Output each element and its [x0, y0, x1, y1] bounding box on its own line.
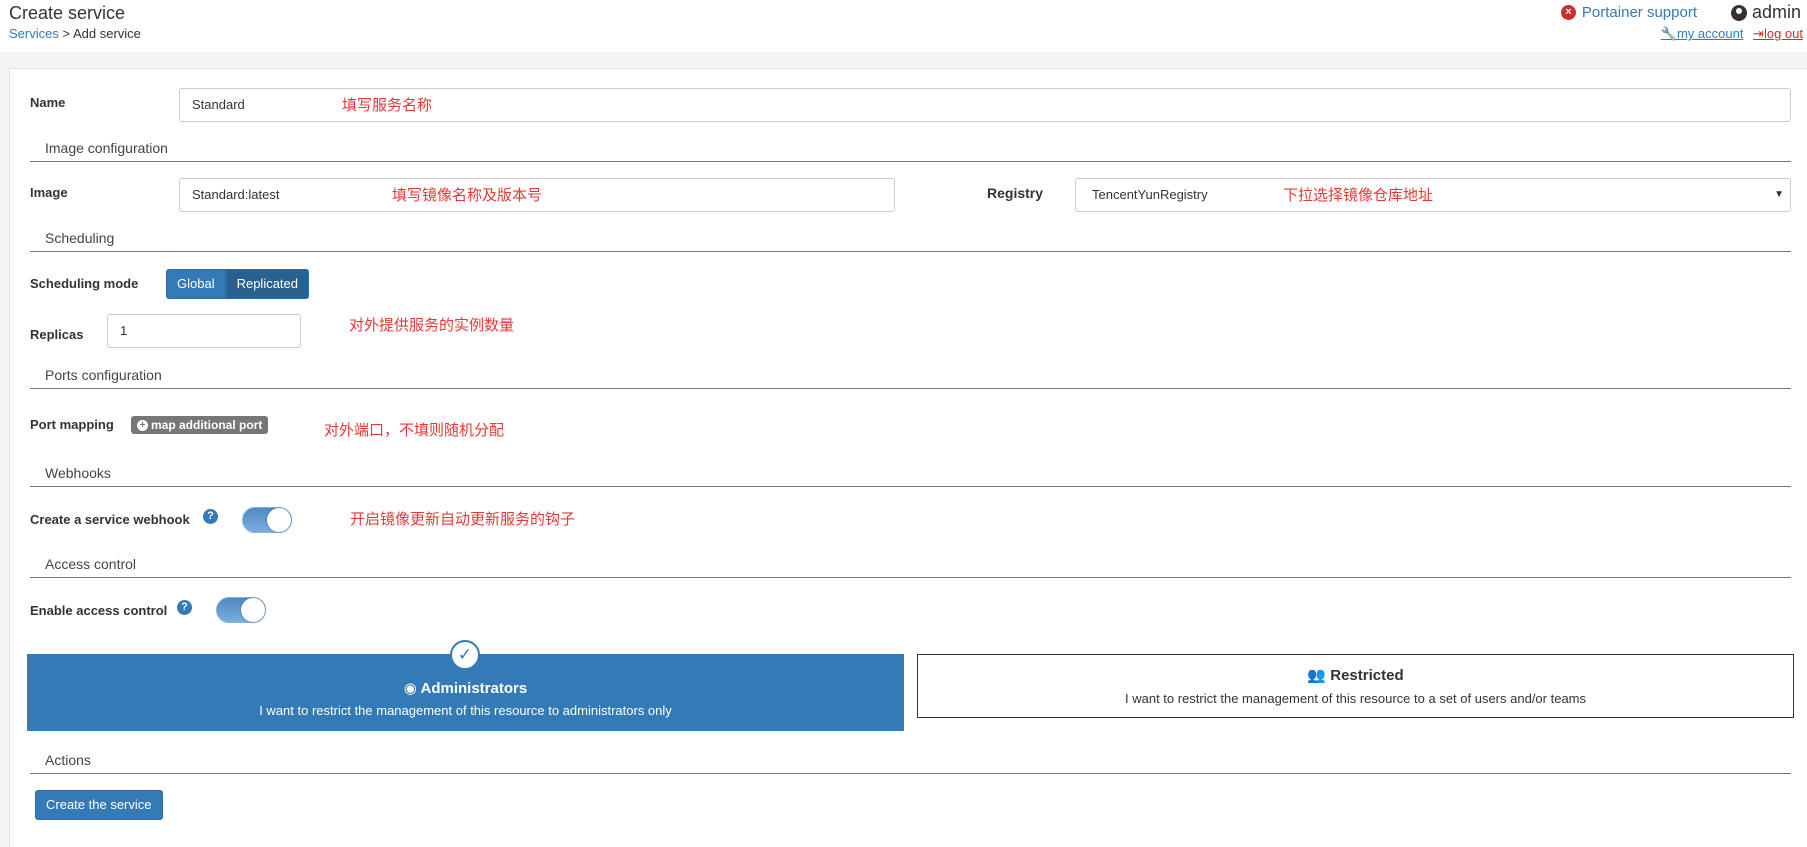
scheduling-mode-toggle: Global Replicated	[166, 269, 310, 299]
access-option-administrators[interactable]: ✓ ◉ Administrators I want to restrict th…	[27, 640, 904, 731]
check-circle-icon: ✓	[450, 640, 480, 670]
registry-value: TencentYunRegistry	[1092, 187, 1208, 202]
user-menu: admin	[1730, 2, 1801, 23]
page-title: Create service	[9, 3, 126, 23]
section-title: Image configuration	[45, 140, 168, 156]
ports-configuration-section: Ports configuration	[30, 367, 1791, 389]
access-control-section: Access control	[30, 556, 1791, 578]
sign-out-icon: ⇥	[1753, 26, 1764, 41]
access-control-toggle[interactable]	[216, 597, 266, 623]
administrators-title: ◉ Administrators	[27, 679, 904, 697]
users-icon: 👥	[1307, 667, 1331, 684]
user-circle-icon	[1730, 4, 1747, 21]
administrators-title-text: Administrators	[420, 680, 528, 697]
close-circle-icon: ×	[1560, 5, 1576, 20]
port-mapping-label: Port mapping	[30, 417, 114, 432]
breadcrumb-current: Add service	[72, 26, 141, 41]
replicas-input[interactable]: 1	[107, 314, 301, 348]
webhook-label: Create a service webhook	[30, 512, 190, 527]
plus-circle-icon: +	[137, 419, 148, 431]
replicas-label: Replicas	[30, 327, 84, 342]
portainer-support-link[interactable]: × Portainer support	[1560, 4, 1697, 21]
mode-global-button[interactable]: Global	[166, 269, 226, 299]
image-label: Image	[30, 185, 68, 200]
registry-annotation: 下拉选择镜像仓库地址	[1283, 187, 1434, 204]
section-title: Scheduling	[45, 230, 115, 246]
my-account-label: my account	[1676, 26, 1744, 41]
question-circle-icon[interactable]: ?	[203, 509, 218, 524]
restricted-description: I want to restrict the management of thi…	[1125, 691, 1586, 706]
breadcrumb-separator: >	[58, 26, 73, 41]
map-additional-port-button[interactable]: + map additional port	[131, 416, 269, 434]
breadcrumb: Services > Add service	[9, 26, 141, 41]
webhook-annotation: 开启镜像更新自动更新服务的钩子	[350, 511, 576, 528]
chevron-down-icon: ▼	[1774, 189, 1784, 200]
breadcrumb-services-link[interactable]: Services	[9, 26, 59, 41]
wrench-icon: 🔧	[1660, 26, 1677, 41]
access-option-restricted[interactable]: 👥 Restricted I want to restrict the mana…	[917, 654, 1794, 718]
support-label: Portainer support	[1581, 4, 1697, 21]
log-out-link[interactable]: ⇥log out	[1753, 26, 1803, 41]
scheduling-mode-label: Scheduling mode	[30, 276, 139, 291]
top-header: Create service Services > Add service × …	[0, 0, 1807, 52]
access-control-label: Enable access control	[30, 603, 168, 618]
username: admin	[1751, 2, 1801, 22]
restricted-title-text: Restricted	[1330, 667, 1404, 684]
log-out-label: log out	[1763, 26, 1803, 41]
registry-label: Registry	[987, 185, 1044, 201]
mode-replicated-button[interactable]: Replicated	[225, 269, 310, 299]
account-links: 🔧my account ⇥log out	[1655, 26, 1803, 42]
replicas-annotation: 对外提供服务的实例数量	[349, 317, 515, 334]
image-annotation: 填写镜像名称及版本号	[392, 187, 543, 204]
restricted-title: 👥 Restricted	[918, 666, 1793, 684]
create-service-button[interactable]: Create the service	[35, 790, 163, 820]
section-title: Actions	[45, 752, 91, 768]
scheduling-section: Scheduling	[30, 230, 1791, 252]
image-configuration-section: Image configuration	[30, 140, 1791, 162]
webhooks-section: Webhooks	[30, 465, 1791, 487]
section-title: Ports configuration	[45, 367, 162, 383]
name-annotation: 填写服务名称	[342, 97, 433, 114]
question-circle-icon[interactable]: ?	[177, 600, 192, 615]
name-label: Name	[30, 95, 66, 110]
map-port-label: map additional port	[151, 418, 263, 432]
port-annotation: 对外端口，不填则随机分配	[324, 422, 505, 439]
section-title: Webhooks	[45, 465, 111, 481]
webhook-toggle[interactable]	[242, 507, 292, 533]
section-title: Access control	[45, 556, 137, 572]
actions-section: Actions	[30, 752, 1791, 774]
my-account-link[interactable]: 🔧my account	[1661, 26, 1744, 41]
eye-slash-icon: ◉	[403, 680, 421, 697]
administrators-description: I want to restrict the management of thi…	[259, 703, 672, 718]
